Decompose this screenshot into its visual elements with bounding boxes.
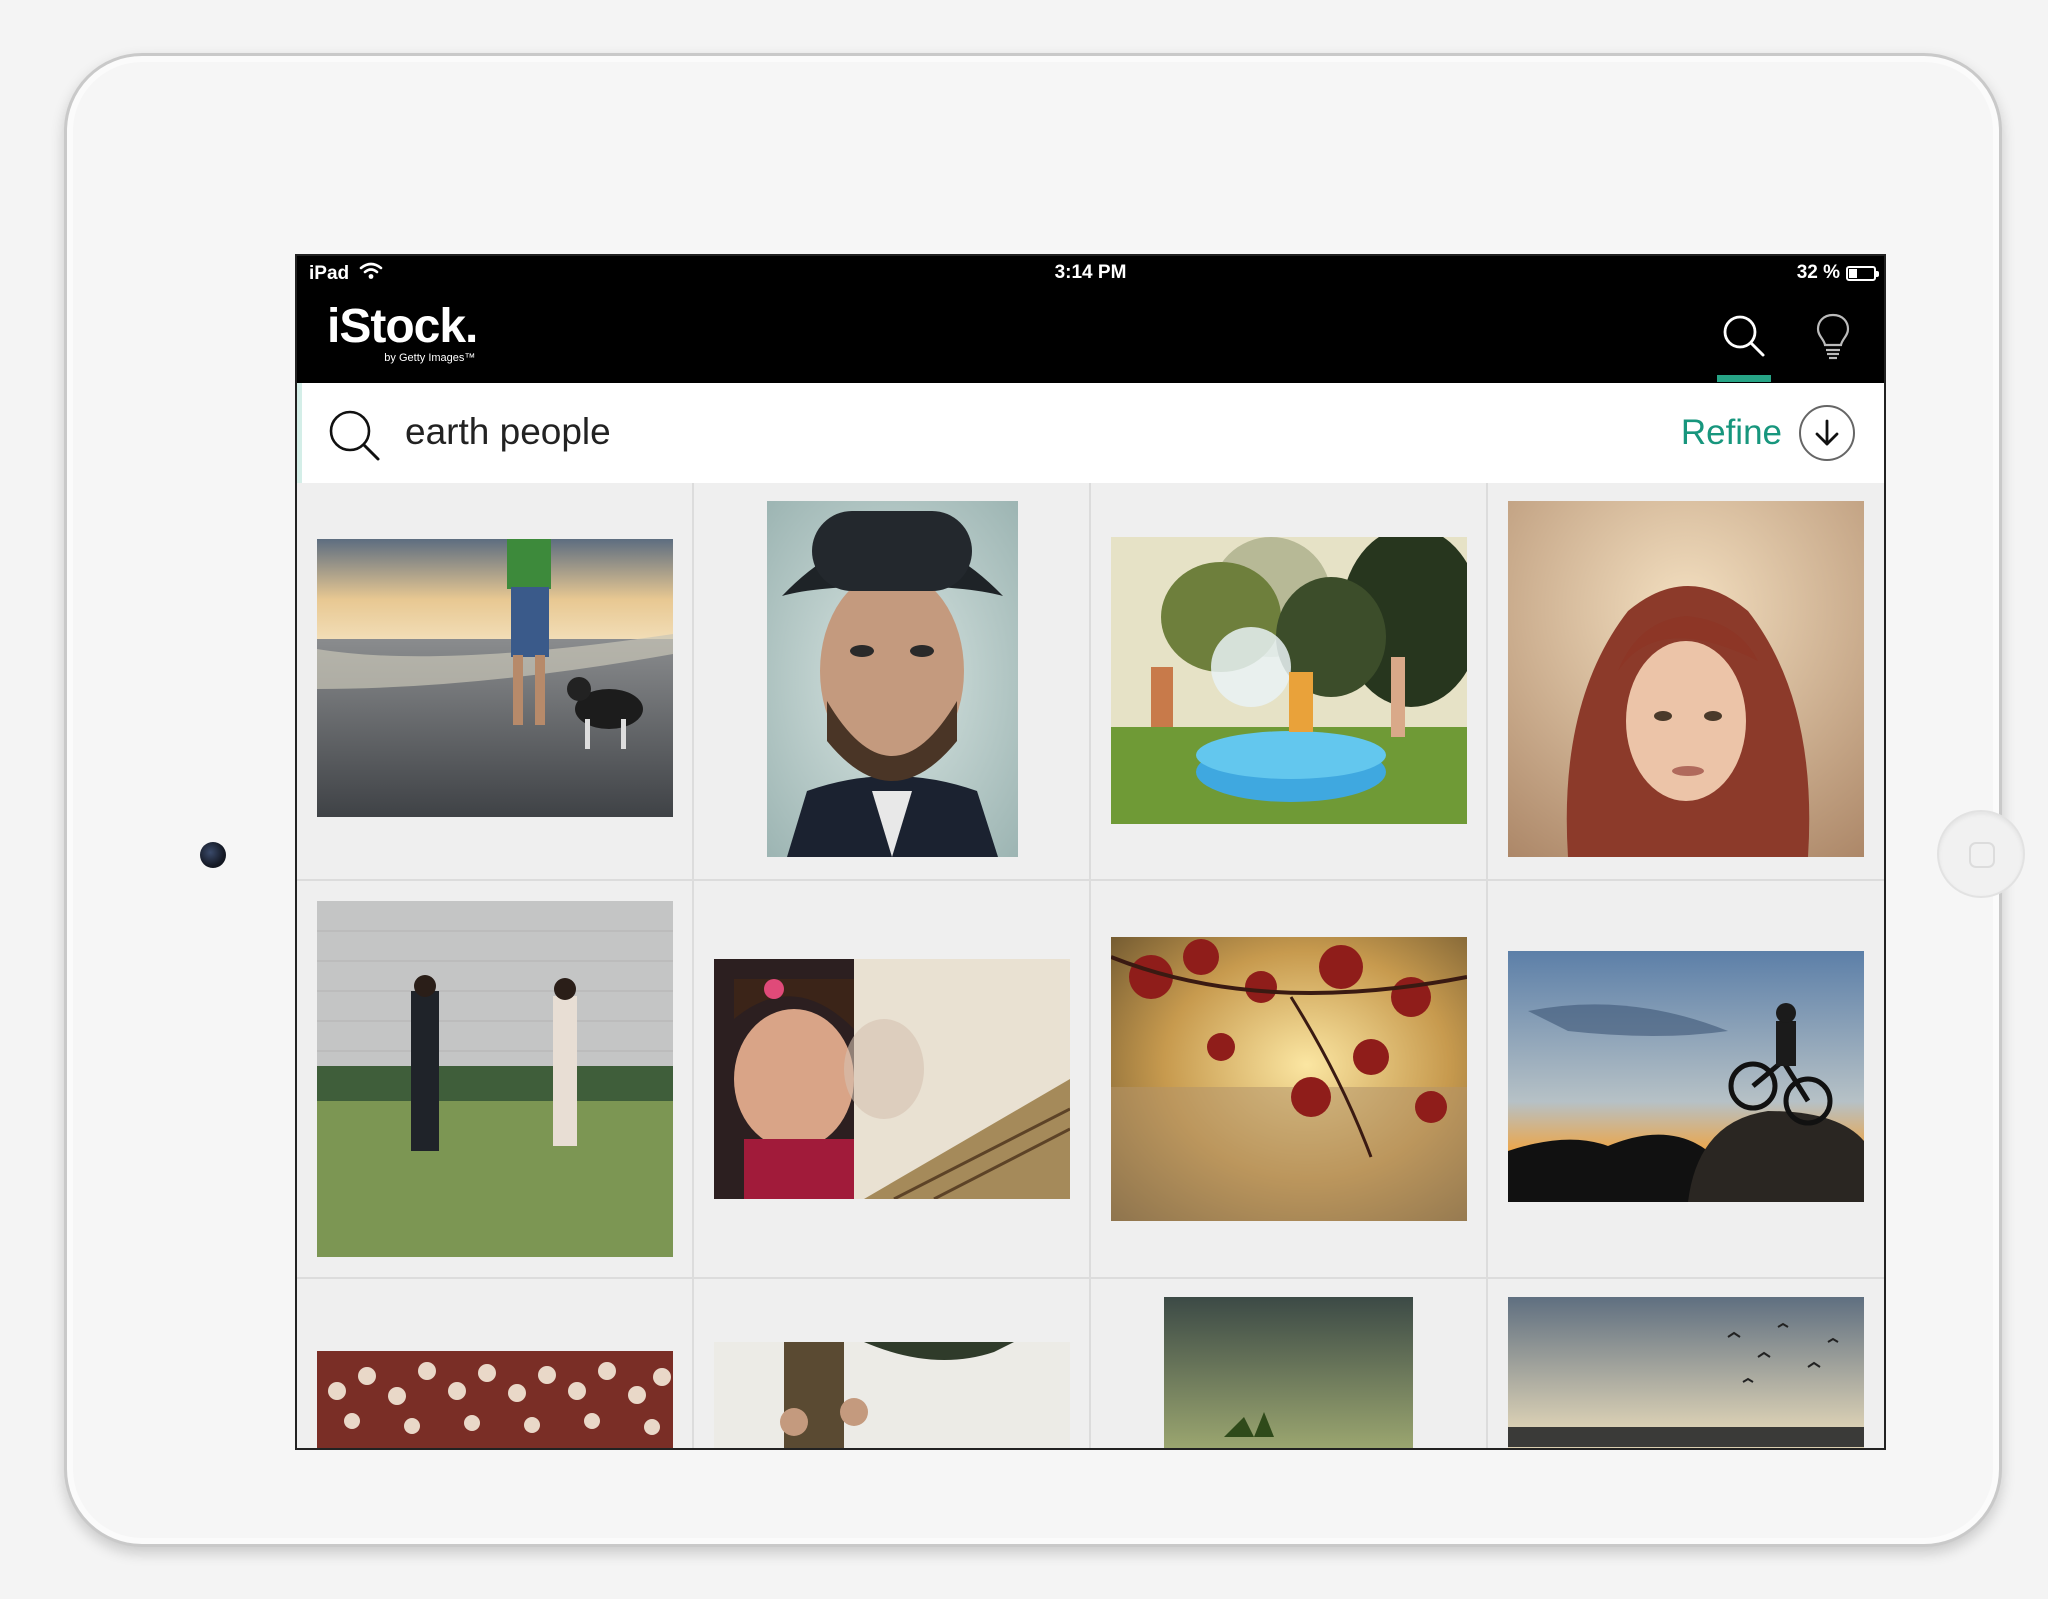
result-photo[interactable] (767, 501, 1018, 857)
result-cell[interactable] (694, 881, 1089, 1277)
refine-button[interactable] (1799, 405, 1855, 461)
status-bar: iPad 3:14 PM 32 % (297, 256, 1884, 288)
logo-text: iStock. (327, 300, 478, 353)
result-cell[interactable] (297, 483, 692, 879)
battery-percent: 32 % (1796, 262, 1840, 283)
ideas-tab[interactable] (1805, 308, 1861, 364)
result-cell[interactable] (297, 1279, 692, 1450)
result-photo[interactable] (1508, 951, 1864, 1202)
istock-logo[interactable]: iStock. by Getty Images™ (327, 300, 478, 365)
result-cell[interactable] (1488, 881, 1884, 1277)
search-icon (329, 410, 380, 461)
result-cell[interactable] (694, 1279, 1089, 1450)
result-photo[interactable] (1111, 937, 1467, 1221)
result-photo[interactable] (1508, 501, 1864, 857)
active-tab-indicator (1717, 375, 1771, 382)
result-cell[interactable] (694, 483, 1089, 879)
home-button[interactable] (1937, 810, 2025, 898)
refine-button-label[interactable]: Refine (1681, 413, 1782, 453)
result-photo[interactable] (317, 539, 673, 817)
search-field-icon (328, 409, 382, 463)
search-bar: earth people Refine (297, 383, 1884, 483)
front-camera (200, 842, 226, 868)
result-photo[interactable] (1111, 537, 1467, 824)
clock: 3:14 PM (1054, 262, 1127, 283)
arrow-down-icon (1815, 419, 1839, 446)
ipad-device-frame: iPad 3:14 PM 32 % iStock. by Getty Image… (64, 53, 2025, 1547)
result-cell[interactable] (1091, 881, 1486, 1277)
app-header: iStock. by Getty Images™ (297, 288, 1884, 383)
lightbulb-icon (1816, 313, 1850, 360)
logo-subtitle: by Getty Images™ (384, 352, 476, 364)
result-photo[interactable] (714, 959, 1070, 1199)
screen: iPad 3:14 PM 32 % iStock. by Getty Image… (295, 254, 1886, 1450)
battery-icon (1846, 265, 1879, 281)
result-photo[interactable] (317, 901, 673, 1257)
results-grid (297, 483, 1884, 1450)
search-input[interactable]: earth people (405, 411, 611, 453)
result-cell[interactable] (297, 881, 692, 1277)
result-photo[interactable] (1164, 1297, 1413, 1450)
search-icon (1723, 315, 1765, 357)
search-tab[interactable] (1716, 308, 1772, 364)
result-cell[interactable] (1488, 1279, 1884, 1450)
result-cell[interactable] (1091, 483, 1486, 879)
result-photo[interactable] (317, 1351, 673, 1450)
result-photo[interactable] (1508, 1297, 1864, 1450)
result-cell[interactable] (1488, 483, 1884, 879)
result-photo[interactable] (714, 1342, 1070, 1450)
result-cell[interactable] (1091, 1279, 1486, 1450)
